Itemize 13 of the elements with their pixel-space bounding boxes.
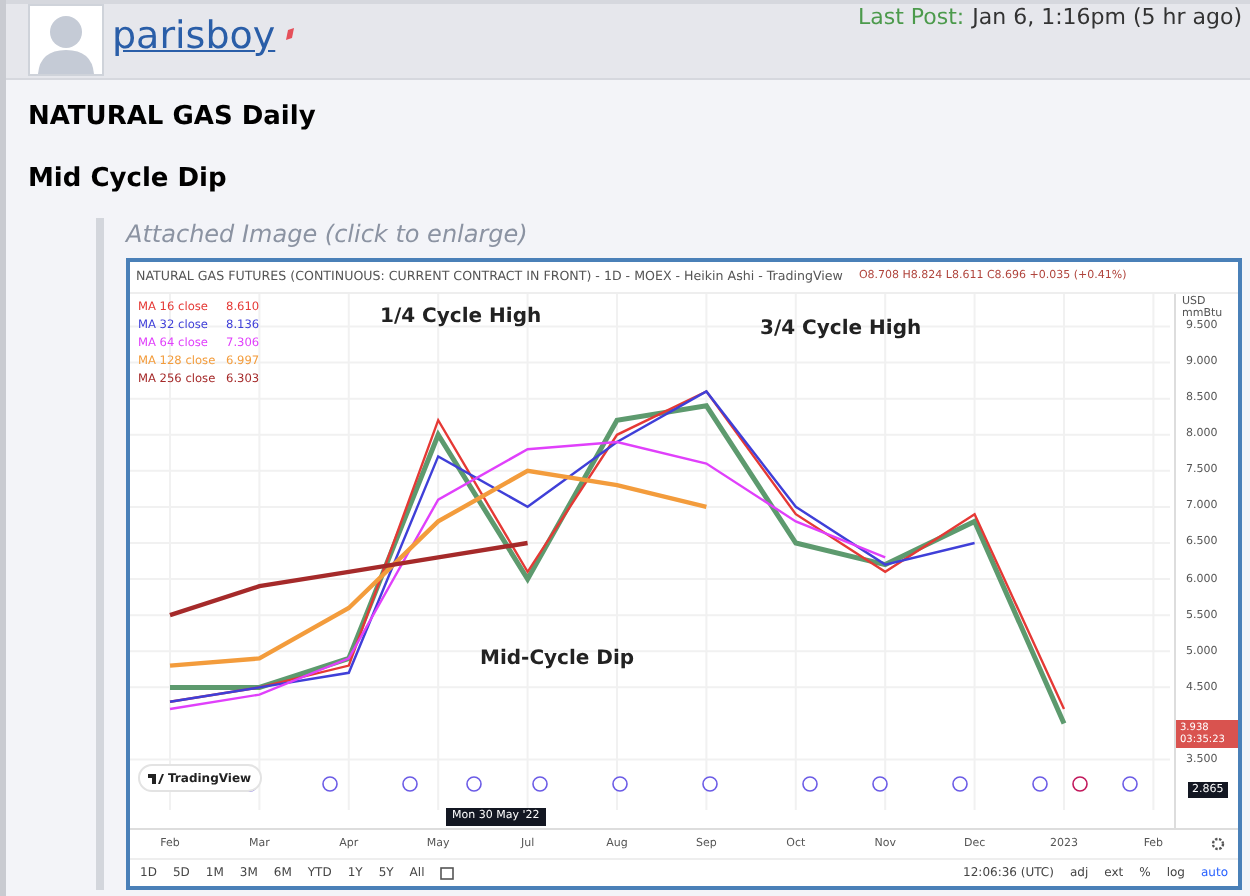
attached-chart-image[interactable] [126, 258, 1242, 890]
status-icon [283, 28, 296, 42]
logo-icon [148, 773, 164, 783]
last-post-label: Last Post: [857, 4, 965, 32]
settings-icon[interactable] [1210, 836, 1226, 852]
chart-annotation: Mid-Cycle Dip [480, 646, 635, 674]
calendar-icon[interactable] [440, 866, 455, 880]
post-text: Mid Cycle Dip [28, 162, 229, 198]
username-link[interactable]: parisboy [112, 10, 276, 62]
chart-annotation: 1/4 Cycle High [380, 304, 542, 332]
chart-annotation: 3/4 Cycle High [760, 316, 922, 344]
post-text: NATURAL GAS Daily [28, 100, 318, 136]
last-post-time: Jan 6, 1:16pm (5 hr ago) [972, 4, 1242, 32]
